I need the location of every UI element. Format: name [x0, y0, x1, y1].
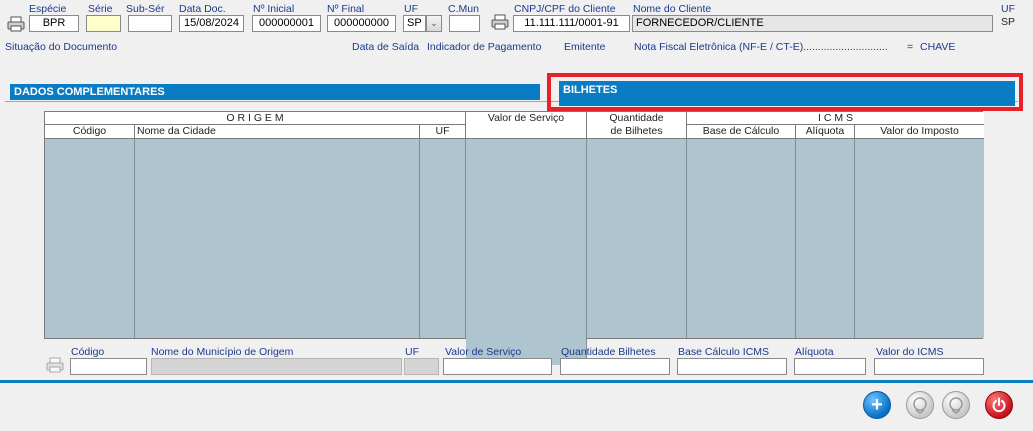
- disabled-button-2: [942, 391, 970, 419]
- grid-body-base-calculo[interactable]: [687, 139, 796, 338]
- chave-label: CHAVE: [920, 41, 956, 53]
- grid-body-uf[interactable]: [420, 139, 466, 338]
- grid-col-uf[interactable]: UF: [420, 125, 466, 139]
- grid-body-codigo[interactable]: [45, 139, 135, 338]
- num-final-field[interactable]: 000000000: [327, 15, 396, 32]
- grid-col-base-calculo[interactable]: Base de Cálculo: [687, 125, 796, 139]
- edit-base-icms-label: Base Cálculo ICMS: [678, 346, 770, 358]
- bottom-separator: [0, 380, 1033, 383]
- cmun-field[interactable]: [449, 15, 480, 32]
- edit-codigo-label: Código: [71, 346, 105, 358]
- grid-col-valor-imposto[interactable]: Valor do Imposto: [855, 125, 984, 139]
- edit-uf-label: UF: [405, 346, 419, 358]
- grid-group-icms: I C M S: [687, 112, 984, 125]
- especie-label: Espécie: [29, 3, 67, 15]
- num-inicial-label: Nº Inicial: [253, 3, 295, 15]
- disabled-round-icon: [913, 397, 927, 414]
- nfe-label: Nota Fiscal Eletrônica (NF-E / CT-E)....…: [634, 41, 888, 53]
- edit-aliquota-field[interactable]: [794, 358, 866, 375]
- printer-icon[interactable]: [491, 14, 509, 30]
- cmun-label: C.Mun: [448, 3, 479, 15]
- uf-cliente-value: SP: [1001, 16, 1016, 28]
- edit-valor-servico-field[interactable]: [443, 358, 552, 375]
- subserie-field[interactable]: [128, 15, 172, 32]
- edit-valor-icms-field[interactable]: [874, 358, 984, 375]
- situacao-label: Situação do Documento: [5, 41, 118, 53]
- edit-valor-icms-label: Valor do ICMS: [876, 346, 944, 358]
- grid-body-valor-servico[interactable]: [466, 139, 587, 365]
- nome-cliente-field[interactable]: FORNECEDOR/CLIENTE: [632, 15, 993, 32]
- emitente-label: Emitente: [564, 41, 606, 53]
- tab-dados-complementares[interactable]: DADOS COMPLEMENTARES: [10, 84, 540, 100]
- subserie-label: Sub-Sér: [126, 3, 165, 15]
- num-final-label: Nº Final: [327, 3, 365, 15]
- edit-municipio-field: [151, 358, 402, 375]
- grid-col-valor-servico-cell: [466, 125, 587, 139]
- grid-col-cidade[interactable]: Nome da Cidade: [135, 125, 420, 139]
- exit-button[interactable]: [985, 391, 1013, 419]
- grid-body-aliquota[interactable]: [796, 139, 855, 338]
- edit-aliquota-label: Alíquota: [795, 346, 834, 358]
- edit-municipio-label: Nome do Município de Origem: [151, 346, 294, 358]
- power-icon: [992, 397, 1006, 413]
- add-button[interactable]: +: [863, 391, 891, 419]
- edit-uf-field: [404, 358, 439, 375]
- grid-body-quantidade[interactable]: [587, 139, 687, 338]
- cnpj-field[interactable]: 11.111.111/0001-91: [513, 15, 630, 32]
- grid-group-origem: O R I G E M: [45, 112, 466, 125]
- disabled-round-icon: [949, 397, 963, 414]
- data-doc-field[interactable]: 15/08/2024: [179, 15, 244, 32]
- disabled-button-1: [906, 391, 934, 419]
- indicador-pagamento-label: Indicador de Pagamento: [427, 41, 542, 53]
- grid-body-valor-imposto[interactable]: [855, 139, 984, 338]
- cnpj-label: CNPJ/CPF do Cliente: [514, 3, 616, 15]
- lock-printer-icon[interactable]: [46, 357, 64, 373]
- equals-sign: =: [907, 41, 914, 53]
- grid-col-quantidade-bottom[interactable]: de Bilhetes: [587, 125, 687, 139]
- highlight-box: [547, 73, 1023, 111]
- serie-field[interactable]: [86, 15, 121, 32]
- data-doc-label: Data Doc.: [179, 3, 226, 15]
- edit-base-icms-field[interactable]: [677, 358, 787, 375]
- grid-col-codigo[interactable]: Código: [45, 125, 135, 139]
- printer-icon[interactable]: [7, 16, 25, 32]
- especie-field[interactable]: BPR: [29, 15, 79, 32]
- edit-valor-servico-label: Valor de Serviço: [445, 346, 522, 358]
- tab-dados-label: DADOS COMPLEMENTARES: [14, 86, 165, 98]
- serie-label: Série: [88, 3, 113, 15]
- num-inicial-field[interactable]: 000000001: [252, 15, 321, 32]
- uf-cliente-label: UF: [1001, 3, 1015, 15]
- edit-codigo-field[interactable]: [70, 358, 147, 375]
- uf-label: UF: [404, 3, 418, 15]
- grid-col-quantidade-top: Quantidade: [587, 112, 687, 125]
- uf-select[interactable]: SP: [403, 15, 426, 32]
- edit-qtd-bilhetes-field[interactable]: [560, 358, 670, 375]
- edit-qtd-bilhetes-label: Quantidade Bilhetes: [561, 346, 656, 358]
- nome-cliente-label: Nome do Cliente: [633, 3, 712, 15]
- add-icon: +: [871, 393, 883, 416]
- data-saida-label: Data de Saída: [352, 41, 420, 53]
- grid-body-cidade[interactable]: [135, 139, 420, 338]
- grid-col-aliquota[interactable]: Alíquota: [796, 125, 855, 139]
- chevron-down-icon[interactable]: ⌄: [426, 15, 442, 32]
- bilhetes-grid: O R I G E M Valor de Serviço Quantidade …: [44, 111, 984, 365]
